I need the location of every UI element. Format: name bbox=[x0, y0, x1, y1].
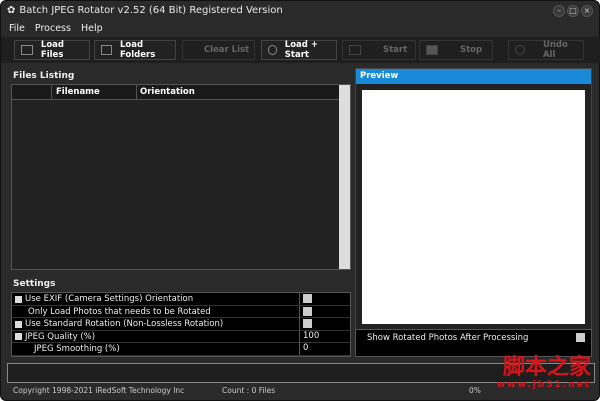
column-filename[interactable]: Filename bbox=[56, 87, 100, 97]
jpeg-smoothing-value[interactable]: 0 bbox=[299, 343, 351, 356]
stop-button[interactable]: Stop bbox=[419, 40, 493, 60]
setting-row: Only Load Photos that needs to be Rotate… bbox=[12, 305, 350, 319]
collapse-icon[interactable] bbox=[15, 333, 22, 341]
load-start-button[interactable]: Load + Start bbox=[261, 40, 337, 60]
only-rotated-checkbox[interactable] bbox=[303, 306, 312, 316]
play-icon bbox=[349, 45, 361, 55]
setting-row: Use EXIF (Camera Settings) Orientation bbox=[12, 293, 350, 306]
column-orientation[interactable]: Orientation bbox=[136, 85, 195, 99]
setting-row: Use Standard Rotation (Non-Lossless Rota… bbox=[12, 318, 350, 331]
start-button[interactable]: Start bbox=[342, 40, 416, 60]
folder-icon bbox=[101, 45, 112, 55]
exif-checkbox[interactable] bbox=[303, 294, 312, 303]
preview-panel: Preview bbox=[355, 68, 592, 330]
menu-process[interactable]: Process bbox=[35, 23, 71, 34]
app-icon: ✿ bbox=[7, 5, 16, 16]
collapse-icon[interactable] bbox=[15, 295, 22, 303]
undo-all-button[interactable]: Undo All bbox=[508, 40, 584, 60]
maximize-button[interactable]: □ bbox=[567, 5, 579, 17]
list-header: Filename Orientation bbox=[12, 85, 340, 100]
menu-help[interactable]: Help bbox=[81, 23, 103, 34]
preview-image bbox=[362, 90, 585, 324]
stop-icon bbox=[426, 45, 438, 55]
menu-bar: File Process Help bbox=[9, 23, 103, 34]
image-icon bbox=[21, 45, 33, 55]
preview-header: Preview bbox=[356, 69, 591, 84]
watermark-logo: 脚本之家 www.jb51.net bbox=[496, 355, 591, 391]
collapse-icon[interactable] bbox=[15, 320, 22, 328]
files-list[interactable]: Filename Orientation bbox=[11, 84, 351, 270]
undo-icon bbox=[515, 45, 525, 55]
toolbar: Load Files Load Folders Clear List Load … bbox=[1, 37, 600, 63]
files-listing-label: Files Listing bbox=[13, 71, 75, 81]
clear-list-button[interactable]: Clear List bbox=[182, 40, 255, 60]
show-rotated-option: Show Rotated Photos After Processing bbox=[355, 329, 592, 357]
load-folders-button[interactable]: Load Folders bbox=[94, 40, 176, 60]
settings-grid: Use EXIF (Camera Settings) Orientation O… bbox=[11, 292, 351, 357]
setting-row: JPEG Smoothing (%) 0 bbox=[12, 343, 350, 356]
minimize-button[interactable]: – bbox=[553, 5, 565, 17]
gear-icon bbox=[268, 45, 277, 55]
app-window: ✿ Batch JPEG Rotator v2.52 (64 Bit) Regis… bbox=[0, 0, 600, 401]
window-title: Batch JPEG Rotator v2.52 (64 Bit) Regist… bbox=[19, 5, 283, 16]
load-files-button[interactable]: Load Files bbox=[14, 40, 90, 60]
setting-row: JPEG Quality (%) 100 bbox=[12, 330, 351, 344]
menu-file[interactable]: File bbox=[9, 23, 25, 34]
show-rotated-checkbox[interactable] bbox=[576, 333, 585, 342]
standard-rotation-checkbox[interactable] bbox=[303, 319, 312, 329]
jpeg-quality-value[interactable]: 100 bbox=[299, 330, 351, 343]
settings-label: Settings bbox=[13, 279, 56, 289]
title-bar: ✿ Batch JPEG Rotator v2.52 (64 Bit) Regis… bbox=[7, 5, 283, 16]
close-button[interactable]: × bbox=[581, 5, 593, 17]
scrollbar[interactable] bbox=[339, 85, 350, 269]
